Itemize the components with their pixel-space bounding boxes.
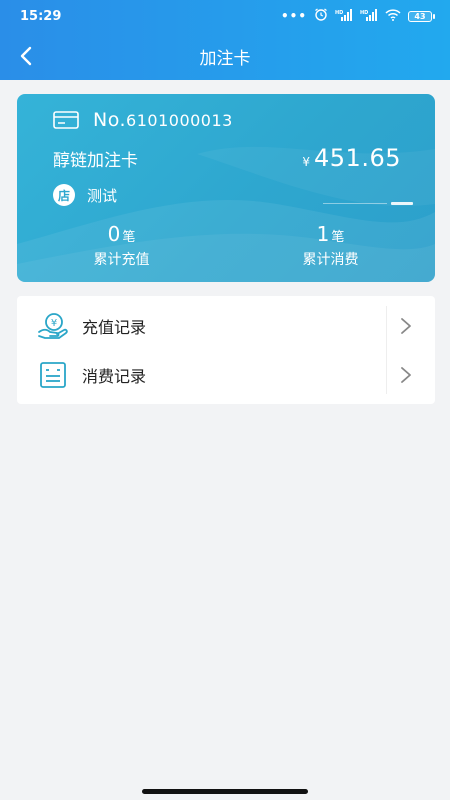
records-menu: ¥ 充值记录 消费记录 xyxy=(17,296,435,404)
status-icons: ••• HD HD 43 xyxy=(280,8,435,24)
card-balance: ¥ 451.65 xyxy=(302,144,401,172)
status-bar: 15:29 ••• HD HD 43 xyxy=(0,0,450,32)
stat-recharge: 0 笔 累计充值 xyxy=(17,222,226,278)
alarm-icon xyxy=(314,8,328,24)
store-icon: 店 xyxy=(53,184,75,206)
stat-recharge-unit: 笔 xyxy=(122,230,136,245)
card-icon xyxy=(53,111,79,129)
stat-consume-value: 1 笔 xyxy=(317,222,345,246)
card-number-row: No.6101000013 xyxy=(53,109,233,131)
card-stats: 0 笔 累计充值 1 笔 累计消费 xyxy=(17,222,435,278)
page-title: 加注卡 xyxy=(199,48,251,69)
decoration-dash xyxy=(391,202,413,205)
stat-consume: 1 笔 累计消费 xyxy=(226,222,435,278)
recharge-icon: ¥ xyxy=(38,313,68,339)
card-number: No.6101000013 xyxy=(93,109,233,131)
menu-item-recharge-records[interactable]: ¥ 充值记录 xyxy=(17,301,435,351)
battery-icon: 43 xyxy=(408,10,435,22)
card-name: 醇链加注卡 xyxy=(53,151,138,171)
status-time: 15:29 xyxy=(20,8,62,24)
home-indicator[interactable] xyxy=(142,789,308,794)
menu-item-consume-records[interactable]: 消费记录 xyxy=(17,350,435,400)
stat-consume-label: 累计消费 xyxy=(302,252,359,268)
wifi-icon xyxy=(385,8,401,24)
nav-bar: 加注卡 xyxy=(0,36,450,76)
chevron-right-icon xyxy=(401,318,411,334)
signal-1-icon: HD xyxy=(335,8,353,24)
card-number-prefix: No. xyxy=(93,109,127,131)
fuel-card[interactable]: No.6101000013 醇链加注卡 ¥ 451.65 店 测试 0 笔 累计… xyxy=(17,94,435,282)
card-number-value: 6101000013 xyxy=(126,111,233,130)
chevron-left-icon xyxy=(20,46,32,66)
svg-text:HD: HD xyxy=(360,10,368,16)
chevron-right-icon xyxy=(401,367,411,383)
stat-recharge-label: 累计充值 xyxy=(93,252,150,268)
signal-2-icon: HD xyxy=(360,8,378,24)
store-row: 店 测试 xyxy=(53,184,117,206)
menu-item-label: 充值记录 xyxy=(82,318,147,337)
store-name: 测试 xyxy=(87,186,118,205)
stat-consume-count: 1 xyxy=(316,222,330,246)
currency-symbol: ¥ xyxy=(302,155,311,169)
receipt-icon xyxy=(40,362,66,388)
stat-consume-unit: 笔 xyxy=(331,230,345,245)
header: 15:29 ••• HD HD 43 加注卡 xyxy=(0,0,450,80)
decoration-track xyxy=(323,203,387,204)
svg-text:HD: HD xyxy=(335,10,343,16)
card-decoration-line xyxy=(323,202,413,205)
stat-recharge-count: 0 xyxy=(107,222,121,246)
more-dots-icon: ••• xyxy=(280,9,307,23)
svg-text:¥: ¥ xyxy=(51,318,57,329)
stat-recharge-value: 0 笔 xyxy=(108,222,136,246)
balance-value: 451.65 xyxy=(314,144,401,172)
back-button[interactable] xyxy=(12,42,40,70)
menu-item-label: 消费记录 xyxy=(82,367,147,386)
